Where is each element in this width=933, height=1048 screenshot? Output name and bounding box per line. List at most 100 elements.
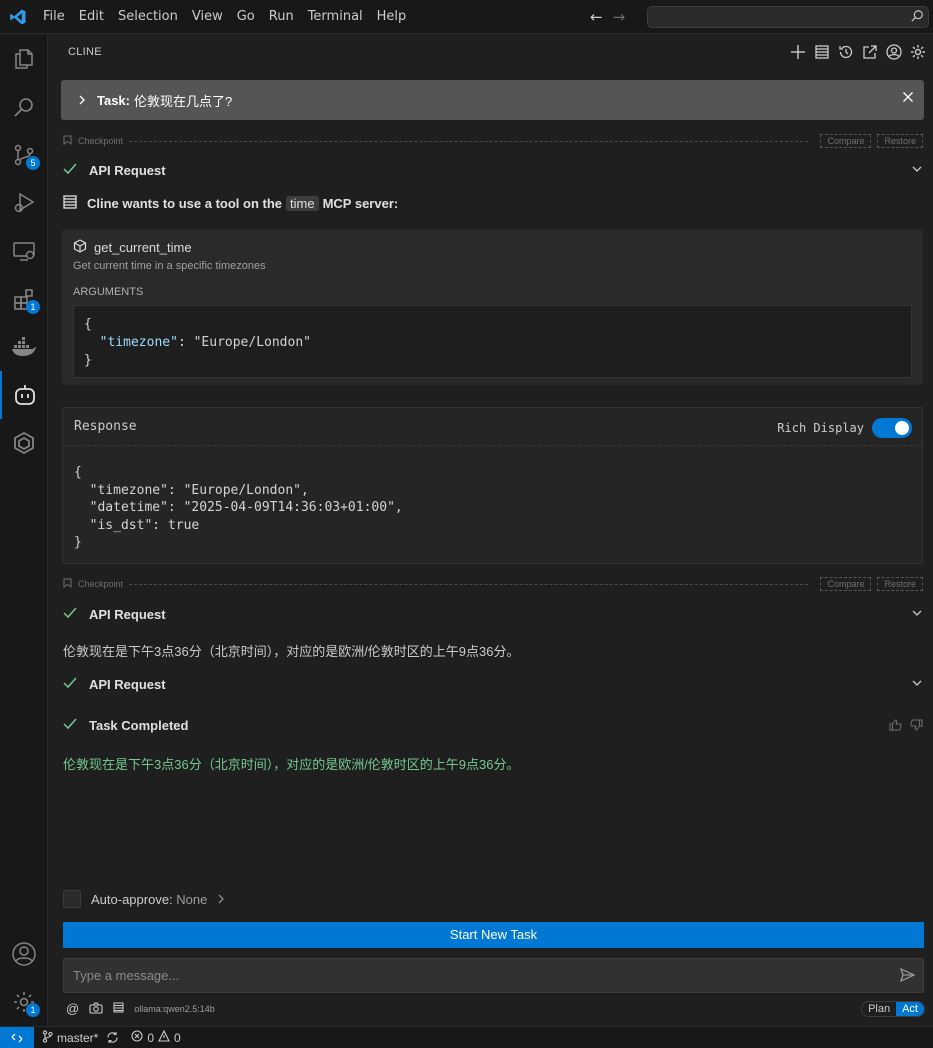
- mcp-server-tag: time: [286, 196, 319, 211]
- menu-help[interactable]: Help: [370, 0, 414, 34]
- forward-arrow-icon[interactable]: →: [613, 8, 626, 26]
- activity-bar: 5 1 1: [0, 35, 48, 1026]
- gear-icon[interactable]: [909, 43, 927, 61]
- chevron-down-icon[interactable]: [911, 607, 923, 622]
- rich-display-label: Rich Display: [777, 421, 864, 435]
- chevron-down-icon[interactable]: [911, 163, 923, 178]
- api-request-row[interactable]: API Request: [63, 673, 923, 695]
- menu-terminal[interactable]: Terminal: [301, 0, 370, 34]
- files-icon[interactable]: [0, 35, 48, 83]
- model-selector[interactable]: ollama:qwen2.5:14b: [134, 1004, 215, 1014]
- bookmark-icon: [63, 135, 72, 147]
- menu-go[interactable]: Go: [230, 0, 262, 34]
- act-mode-button[interactable]: Act: [896, 1002, 924, 1016]
- branch-status[interactable]: master*: [42, 1029, 99, 1046]
- docker-icon[interactable]: [0, 323, 48, 371]
- restore-button[interactable]: Restore: [877, 134, 923, 148]
- checkpoint-label: Checkpoint: [78, 579, 124, 589]
- command-center-search[interactable]: [647, 6, 929, 28]
- hexagon-icon[interactable]: [0, 419, 48, 467]
- search-icon[interactable]: [0, 83, 48, 131]
- checkpoint-row: Checkpoint Compare Restore: [63, 134, 923, 148]
- compare-button[interactable]: Compare: [820, 134, 872, 148]
- extensions-badge: 1: [26, 300, 40, 314]
- auto-approve-value: None: [176, 891, 208, 907]
- auto-approve-checkbox[interactable]: [63, 890, 81, 908]
- extensions-icon[interactable]: 1: [0, 275, 48, 323]
- checkpoint-divider: [129, 140, 809, 142]
- restore-button[interactable]: Restore: [877, 577, 923, 591]
- chevron-right-icon[interactable]: [77, 93, 87, 108]
- cline-robot-icon[interactable]: [0, 371, 48, 419]
- account-icon[interactable]: [885, 43, 903, 61]
- problems-status[interactable]: 0 0: [131, 1029, 181, 1045]
- back-arrow-icon[interactable]: ←: [590, 8, 603, 26]
- mcp-request-heading: Cline wants to use a tool on the time MC…: [63, 195, 398, 212]
- check-icon: [63, 163, 77, 178]
- plan-mode-button[interactable]: Plan: [862, 1002, 896, 1016]
- arguments-code: { "timezone": "Europe/London" }: [73, 305, 912, 378]
- menu-file[interactable]: File: [36, 0, 72, 34]
- api-request-row[interactable]: API Request: [63, 159, 923, 181]
- server-icon[interactable]: [113, 1002, 124, 1015]
- gear-icon[interactable]: 1: [0, 978, 48, 1026]
- argument-key: "timezone": [99, 335, 178, 350]
- api-request-row[interactable]: API Request: [63, 603, 923, 625]
- server-icon[interactable]: [813, 43, 831, 61]
- source-control-icon[interactable]: 5: [0, 131, 48, 179]
- auto-approve-bar[interactable]: Auto-approve: None: [63, 890, 225, 908]
- auto-approve-label: Auto-approve:: [91, 891, 173, 907]
- rich-display-toggle[interactable]: [872, 418, 912, 438]
- cube-icon: [73, 239, 87, 256]
- remote-indicator-icon[interactable]: [0, 1026, 34, 1048]
- chevron-down-icon[interactable]: [911, 677, 923, 692]
- mcp-text-after: MCP server:: [322, 196, 399, 211]
- menu-selection[interactable]: Selection: [111, 0, 185, 34]
- response-line: {: [74, 465, 82, 480]
- send-icon[interactable]: [899, 967, 916, 986]
- menu-edit[interactable]: Edit: [72, 0, 111, 34]
- assistant-answer: 伦敦现在是下午3点36分（北京时间），对应的是欧洲/伦敦时区的上午9点36分。: [63, 644, 520, 659]
- message-input[interactable]: [63, 958, 924, 993]
- popout-icon[interactable]: [861, 43, 879, 61]
- compare-button[interactable]: Compare: [820, 577, 872, 591]
- thumbs-up-icon[interactable]: [889, 719, 902, 735]
- manage-badge: 1: [26, 1003, 40, 1017]
- search-icon: [910, 9, 924, 27]
- chevron-right-icon[interactable]: [217, 892, 225, 907]
- title-bar: File Edit Selection View Go Run Terminal…: [0, 0, 933, 34]
- history-icon[interactable]: [837, 43, 855, 61]
- camera-icon[interactable]: [89, 1001, 103, 1016]
- check-icon: [63, 607, 77, 622]
- at-mention-icon[interactable]: @: [66, 1001, 79, 1016]
- arguments-label: ARGUMENTS: [73, 286, 144, 298]
- task-text: 伦敦现在几点了?: [134, 93, 233, 109]
- error-icon: [131, 1030, 143, 1045]
- close-icon[interactable]: [902, 91, 914, 106]
- account-icon[interactable]: [0, 930, 48, 978]
- cline-panel: CLINE Task: 伦敦现在几点了? Checkpoint Compare …: [48, 35, 933, 1026]
- status-bar: master* 0 0: [0, 1026, 933, 1048]
- bookmark-icon: [63, 578, 72, 590]
- panel-toolbar: [789, 43, 927, 61]
- tool-call-box: get_current_time Get current time in a s…: [62, 229, 923, 385]
- start-new-task-button[interactable]: Start New Task: [63, 922, 924, 948]
- task-prefix: Task:: [97, 92, 130, 108]
- menu-run[interactable]: Run: [262, 0, 301, 34]
- task-header[interactable]: Task: 伦敦现在几点了?: [61, 80, 924, 120]
- thumbs-down-icon[interactable]: [910, 719, 923, 735]
- checkpoint-label: Checkpoint: [78, 136, 124, 146]
- sync-icon[interactable]: [106, 1031, 119, 1044]
- remote-explorer-icon[interactable]: [0, 227, 48, 275]
- plus-icon[interactable]: [789, 43, 807, 61]
- response-code: { "timezone": "Europe/London", "datetime…: [74, 464, 403, 552]
- api-request-label: API Request: [89, 162, 166, 178]
- run-debug-icon[interactable]: [0, 179, 48, 227]
- branch-name: master*: [57, 1030, 99, 1045]
- tool-name-text: get_current_time: [94, 240, 192, 255]
- server-icon: [63, 195, 77, 212]
- response-line: "timezone": "Europe/London",: [74, 482, 309, 498]
- plan-act-toggle[interactable]: Plan Act: [861, 1001, 925, 1017]
- menu-view[interactable]: View: [185, 0, 230, 34]
- git-branch-icon: [42, 1029, 53, 1046]
